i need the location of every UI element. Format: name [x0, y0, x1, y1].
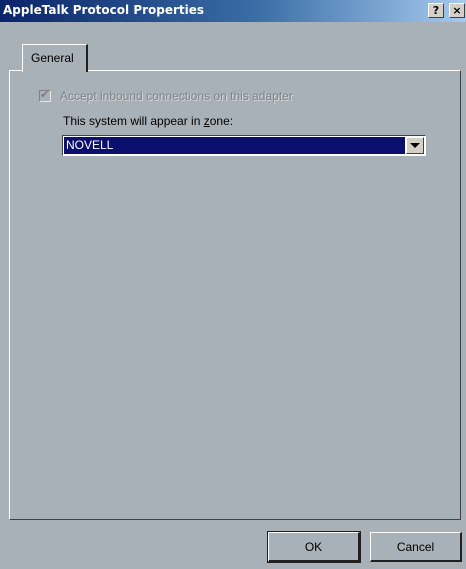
- accept-inbound-label: Accept inbound connections on this adapt…: [60, 89, 293, 103]
- zone-select[interactable]: NOVELL: [62, 135, 426, 156]
- cancel-button[interactable]: Cancel: [370, 532, 462, 562]
- checkmark-icon: ✔: [40, 89, 50, 101]
- ok-button[interactable]: OK: [267, 531, 361, 563]
- tab-general[interactable]: General: [22, 44, 88, 72]
- title-bar[interactable]: AppleTalk Protocol Properties ? ×: [0, 0, 466, 22]
- accept-inbound-checkbox[interactable]: ✔: [39, 89, 51, 102]
- tab-general-label: General: [31, 51, 74, 65]
- close-button[interactable]: ×: [449, 3, 465, 18]
- zone-label: This system will appear in zone:: [63, 114, 234, 128]
- chevron-down-icon: [410, 143, 420, 148]
- zone-select-value: NOVELL: [64, 137, 405, 154]
- properties-dialog: AppleTalk Protocol Properties ? × Genera…: [0, 0, 466, 569]
- help-button[interactable]: ?: [428, 3, 444, 18]
- dropdown-button[interactable]: [406, 137, 424, 154]
- window-title: AppleTalk Protocol Properties: [3, 3, 205, 17]
